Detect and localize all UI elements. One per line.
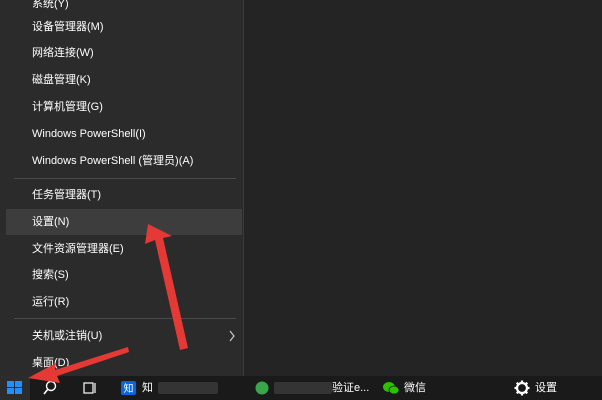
app-circle-icon[interactable] [252,376,272,400]
blurred-app-title [274,382,332,394]
menu-item-shutdown[interactable]: 关机或注销(U) [6,323,242,349]
menu-item-label: 桌面(D) [32,357,70,369]
winx-context-menu: 系统(Y) 设备管理器(M) 网络连接(W) 磁盘管理(K) 计算机管理(G) … [0,0,244,376]
menu-separator [14,178,236,179]
settings-label: 设置 [535,382,557,394]
menu-item-label: 网络连接(W) [32,47,94,59]
menu-item-label: Windows PowerShell (管理员)(A) [32,155,194,167]
menu-item-label: 任务管理器(T) [32,189,102,201]
gear-icon[interactable] [512,376,532,400]
menu-item-powershell-admin[interactable]: Windows PowerShell (管理员)(A) [6,148,242,174]
menu-item-label: 设备管理器(M) [32,21,104,33]
taskbar: 知 知 验证e... 微信 设置 [0,376,602,400]
menu-item-run[interactable]: 运行(R) [6,289,242,315]
menu-item-disk-management[interactable]: 磁盘管理(K) [6,67,242,93]
menu-item-label: 搜索(S) [32,269,69,281]
menu-item-network-connections[interactable]: 网络连接(W) [6,40,242,66]
menu-item-powershell[interactable]: Windows PowerShell(I) [6,121,242,147]
menu-item-label: 系统(Y) [32,0,69,10]
menu-item-device-manager[interactable]: 设备管理器(M) [6,14,242,40]
menu-item-computer-management[interactable]: 计算机管理(G) [6,94,242,120]
chevron-right-icon [229,330,235,342]
menu-item-label: 设置(N) [32,216,70,228]
menu-item-label: 计算机管理(G) [32,101,103,113]
zhihu-app-icon[interactable]: 知 [118,376,140,400]
menu-separator [14,318,236,319]
menu-item-label: 磁盘管理(K) [32,74,91,86]
menu-item-label: 运行(R) [32,296,70,308]
menu-item-label: 关机或注销(U) [32,330,103,342]
menu-item-task-manager[interactable]: 任务管理器(T) [6,182,242,208]
menu-item-label: Windows PowerShell(I) [32,128,146,140]
zhihu-label: 知 [142,382,153,394]
windows-start-icon[interactable] [0,376,30,400]
wechat-label: 微信 [404,382,426,394]
menu-item-desktop[interactable]: 桌面(D) [6,350,242,376]
menu-item-search[interactable]: 搜索(S) [6,262,242,288]
menu-item-label: 文件资源管理器(E) [32,243,124,255]
search-icon[interactable] [36,376,64,400]
wechat-icon[interactable] [380,376,402,400]
blurred-app-title [158,382,218,394]
task-view-icon[interactable] [76,376,104,400]
menu-item-settings[interactable]: 设置(N) [6,209,242,235]
verify-label: 验证e... [332,382,370,394]
svg-text:知: 知 [124,382,134,395]
menu-item-file-explorer[interactable]: 文件资源管理器(E) [6,236,242,262]
